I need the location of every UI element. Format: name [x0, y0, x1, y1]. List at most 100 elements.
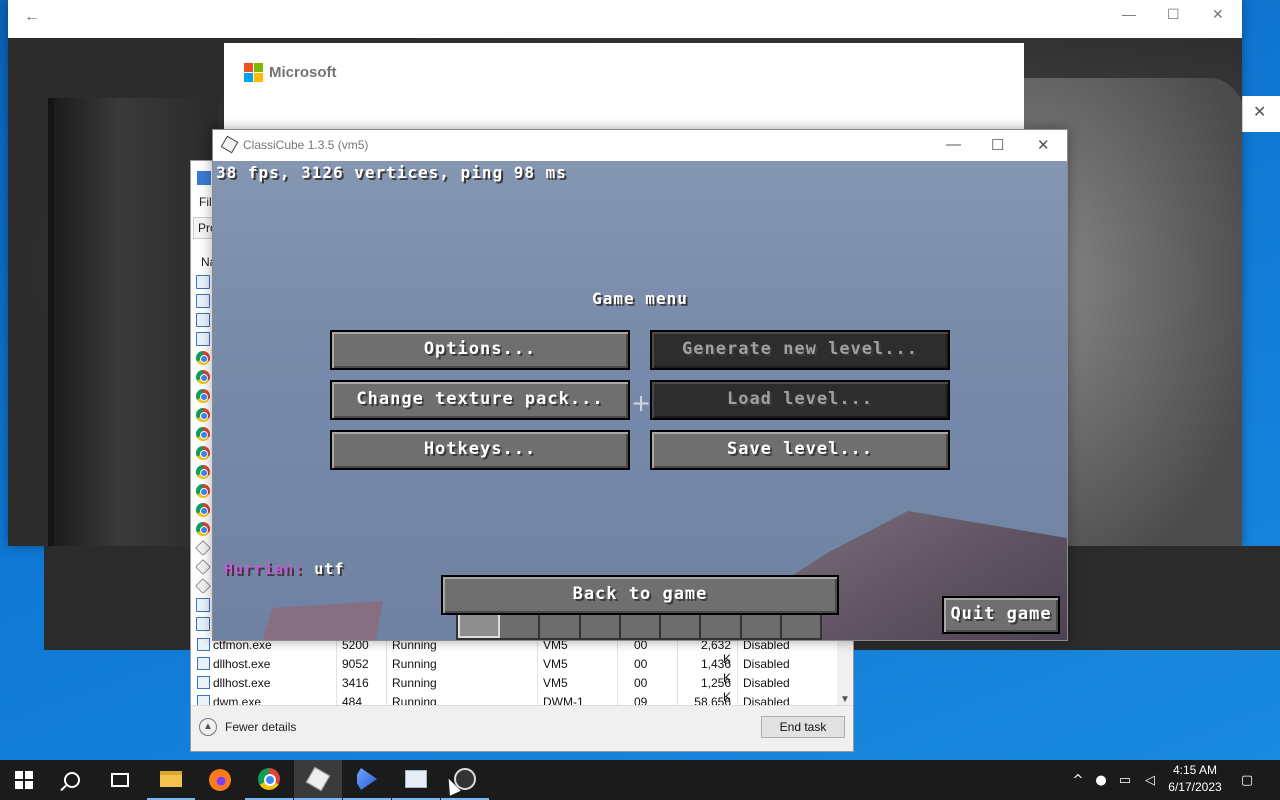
media-player-icon — [357, 768, 377, 790]
taskbar-media-player[interactable] — [343, 760, 391, 800]
folder-icon — [160, 771, 182, 787]
microphone-icon[interactable]: ● — [1092, 760, 1110, 800]
column-divider — [617, 635, 618, 709]
back-to-game-button[interactable]: Back to game — [441, 575, 839, 615]
column-divider — [336, 635, 337, 709]
game-viewport[interactable]: 38 fps, 3126 vertices, ping 98 ms Game m… — [213, 161, 1067, 640]
end-task-button[interactable]: End task — [761, 716, 845, 738]
chat-message: utf — [304, 560, 345, 578]
volume-icon[interactable]: ◁ — [1140, 760, 1160, 800]
process-uac: Disabled — [743, 657, 790, 671]
chrome-icon — [196, 370, 210, 384]
fewer-details-toggle[interactable]: ▲ Fewer details — [199, 718, 296, 736]
column-divider — [737, 635, 738, 709]
classicube-icon — [305, 766, 331, 792]
taskbar-firefox[interactable] — [196, 760, 244, 800]
options-button[interactable]: Options... — [330, 330, 630, 370]
microsoft-logo: Microsoft — [244, 63, 337, 82]
process-window-icon — [196, 598, 210, 612]
chat-player-name: Hurrian: — [224, 560, 305, 578]
chrome-icon — [196, 389, 210, 403]
process-name: dllhost.exe — [213, 676, 271, 690]
search-icon — [64, 772, 80, 788]
classicube-window: ClassiCube 1.3.5 (vm5) — ☐ ✕ 38 fps, 312… — [212, 129, 1068, 641]
close-icon[interactable]: ✕ — [1037, 136, 1050, 154]
chrome-icon — [196, 446, 210, 460]
notifications-icon[interactable]: ▢ — [1236, 760, 1258, 800]
show-hidden-icons-icon[interactable]: ^ — [1068, 760, 1088, 800]
taskbar: ^ ● ▭ ◁ 4:15 AM 6/17/2023 ▢ — [0, 760, 1280, 800]
fps-counter: 38 fps, 3126 vertices, ping 98 ms — [216, 163, 567, 182]
start-button[interactable] — [0, 760, 48, 800]
network-icon[interactable]: ▭ — [1114, 760, 1136, 800]
taskbar-chrome[interactable] — [245, 760, 293, 800]
chrome-icon — [196, 522, 210, 536]
classicube-app-icon — [220, 135, 239, 154]
clock-time: 4:15 AM — [1172, 763, 1218, 777]
scroll-down-icon[interactable]: ▼ — [840, 694, 850, 705]
process-cpu: 00 — [634, 676, 648, 690]
generate-level-button[interactable]: Generate new level... — [650, 330, 950, 370]
process-cpu: 00 — [634, 657, 648, 671]
hotkeys-button[interactable]: Hotkeys... — [330, 430, 630, 470]
taskbar-clock[interactable]: 4:15 AM 6/17/2023 — [1160, 762, 1230, 796]
process-status: Running — [392, 657, 437, 671]
maximize-icon[interactable]: ☐ — [1167, 6, 1180, 23]
close-icon[interactable]: ✕ — [1212, 6, 1224, 23]
change-texture-pack-button[interactable]: Change texture pack... — [330, 380, 630, 420]
process-window-icon — [196, 313, 210, 327]
table-row[interactable]: dllhost.exe 9052 Running VM5 00 1,436 K … — [191, 654, 839, 685]
chrome-icon — [196, 351, 210, 365]
taskbar-task-manager[interactable] — [392, 760, 440, 800]
game-menu-title: Game menu — [592, 289, 688, 308]
process-window-icon — [196, 275, 210, 289]
process-icon — [197, 657, 210, 670]
side-dialog-close-icon[interactable]: ✕ — [1253, 102, 1266, 122]
task-view-icon — [111, 773, 129, 787]
search-button[interactable] — [48, 760, 96, 800]
clock-date: 6/17/2023 — [1168, 780, 1222, 794]
classicube-icon — [195, 578, 211, 594]
microsoft-brand-text: Microsoft — [269, 64, 337, 81]
quit-game-button[interactable]: Quit game — [942, 596, 1060, 634]
crosshair-icon: + — [631, 389, 652, 417]
process-name: dllhost.exe — [213, 657, 271, 671]
minimize-icon[interactable]: — — [1122, 6, 1136, 22]
task-manager-footer: ▲ Fewer details End task — [191, 705, 853, 751]
task-view-button[interactable] — [96, 760, 144, 800]
process-icon — [197, 676, 210, 689]
chrome-icon — [196, 427, 210, 441]
process-window-icon — [196, 294, 210, 308]
chrome-icon — [258, 768, 280, 790]
chrome-icon — [196, 503, 210, 517]
task-manager-app-icon — [197, 171, 211, 185]
save-level-button[interactable]: Save level... — [650, 430, 950, 470]
column-divider — [537, 635, 538, 709]
side-dialog: ✕ — [1242, 96, 1280, 132]
classicube-icon — [195, 540, 211, 556]
chevron-up-icon: ▲ — [199, 718, 217, 736]
table-row[interactable]: dllhost.exe 3416 Running VM5 00 1,256 K … — [191, 673, 839, 704]
process-window-icon — [196, 617, 210, 631]
taskbar-classicube[interactable] — [294, 760, 342, 800]
chrome-icon — [196, 484, 210, 498]
chrome-icon — [196, 408, 210, 422]
windows-logo-icon — [15, 771, 33, 789]
column-divider — [677, 635, 678, 709]
back-arrow-icon[interactable]: ← — [24, 8, 40, 26]
taskbar-file-explorer[interactable] — [147, 760, 195, 800]
process-uac: Disabled — [743, 676, 790, 690]
process-user: VM5 — [543, 676, 568, 690]
column-divider — [386, 635, 387, 709]
chat-line: Hurrian: utf — [224, 560, 344, 578]
load-level-button[interactable]: Load level... — [650, 380, 950, 420]
microsoft-card: Microsoft — [224, 43, 1024, 133]
terrain-block — [253, 601, 383, 640]
process-pid: 3416 — [342, 676, 369, 690]
photos-titlebar: ← — ☐ ✕ — [8, 0, 1242, 38]
microsoft-logo-icon — [244, 63, 263, 82]
fewer-details-label: Fewer details — [225, 720, 297, 734]
minimize-icon[interactable]: — — [946, 136, 961, 153]
maximize-icon[interactable]: ☐ — [991, 136, 1004, 154]
process-list-scrollbar[interactable]: ▼ — [837, 635, 853, 709]
